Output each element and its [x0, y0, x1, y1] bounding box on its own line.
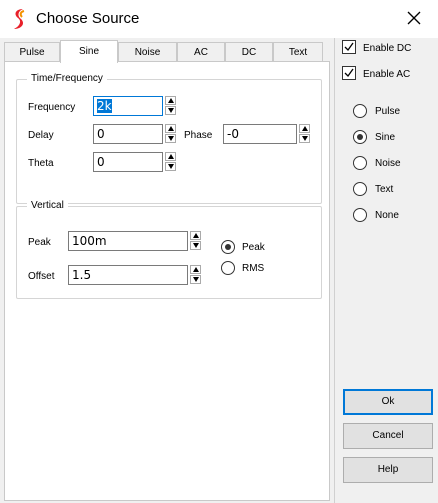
checkmark-icon	[344, 42, 354, 52]
offset-input[interactable]: 1.5	[68, 265, 188, 285]
delay-label: Delay	[28, 130, 54, 141]
delay-input[interactable]: 0	[93, 124, 163, 144]
enable-dc-checkbox[interactable]	[342, 40, 356, 54]
app-logo-icon	[14, 9, 25, 29]
vertical-title: Vertical	[27, 200, 68, 211]
peak-radio-label: Peak	[242, 242, 265, 253]
tab-sine[interactable]: Sine	[60, 40, 118, 63]
spin-up-icon[interactable]	[165, 124, 176, 133]
window-title: Choose Source	[36, 10, 140, 27]
vertical-group: Vertical Peak 100m Offset 1.5 Peak RMS	[16, 200, 322, 299]
tab-pulse[interactable]: Pulse	[4, 42, 60, 61]
offset-label: Offset	[28, 271, 55, 282]
source-radio-text-label: Text	[375, 184, 394, 195]
spin-down-icon[interactable]	[165, 106, 176, 115]
tab-noise[interactable]: Noise	[118, 42, 177, 61]
phase-spinner[interactable]	[299, 124, 310, 144]
spin-up-icon[interactable]	[299, 124, 310, 133]
phase-label: Phase	[184, 130, 213, 141]
source-radio-pulse[interactable]	[353, 104, 367, 118]
source-radio-text[interactable]	[353, 182, 367, 196]
source-radio-noise[interactable]	[353, 156, 367, 170]
frequency-value: 2k	[97, 99, 112, 113]
source-radio-none[interactable]	[353, 208, 367, 222]
spin-down-icon[interactable]	[165, 134, 176, 143]
spin-up-icon[interactable]	[165, 96, 176, 105]
frequency-spinner[interactable]	[165, 96, 176, 116]
tab-dc[interactable]: DC	[225, 42, 273, 61]
source-tabs: Pulse Sine Noise AC DC Text	[0, 40, 330, 63]
source-radio-none-label: None	[375, 210, 399, 221]
source-radio-pulse-label: Pulse	[375, 106, 401, 117]
close-icon[interactable]	[404, 8, 424, 28]
enable-ac-checkbox[interactable]	[342, 66, 356, 80]
peak-radio[interactable]	[221, 240, 235, 254]
peak-spinner[interactable]	[190, 231, 201, 251]
ok-button[interactable]: Ok	[343, 389, 433, 415]
theta-label: Theta	[28, 158, 54, 169]
source-radio-sine-label: Sine	[375, 132, 396, 143]
peak-label: Peak	[28, 237, 51, 248]
spin-up-icon[interactable]	[190, 231, 201, 240]
time-frequency-title: Time/Frequency	[27, 73, 107, 84]
delay-spinner[interactable]	[165, 124, 176, 144]
spin-up-icon[interactable]	[190, 265, 201, 274]
tab-ac[interactable]: AC	[177, 42, 225, 61]
rms-radio[interactable]	[221, 261, 235, 275]
sine-tab-panel: Time/Frequency Frequency 2k Delay 0 Phas…	[4, 61, 330, 501]
choose-source-dialog: Choose Source Pulse Sine Noise AC DC Tex…	[0, 0, 438, 503]
frequency-label: Frequency	[28, 102, 76, 113]
source-radio-sine[interactable]	[353, 130, 367, 144]
dialog-body: Pulse Sine Noise AC DC Text Time/Frequen…	[0, 38, 438, 503]
checkmark-icon	[344, 68, 354, 78]
spin-down-icon[interactable]	[165, 162, 176, 171]
theta-spinner[interactable]	[165, 152, 176, 172]
peak-input[interactable]: 100m	[68, 231, 188, 251]
tab-text[interactable]: Text	[273, 42, 323, 61]
spin-up-icon[interactable]	[165, 152, 176, 161]
source-radio-noise-label: Noise	[375, 158, 401, 169]
phase-input[interactable]: -0	[223, 124, 297, 144]
cancel-button[interactable]: Cancel	[343, 423, 433, 449]
enable-ac-label: Enable AC	[363, 69, 411, 80]
spin-down-icon[interactable]	[190, 275, 201, 284]
spin-down-icon[interactable]	[299, 134, 310, 143]
frequency-input[interactable]: 2k	[93, 96, 163, 116]
offset-spinner[interactable]	[190, 265, 201, 285]
enable-dc-label: Enable DC	[363, 43, 412, 54]
spin-down-icon[interactable]	[190, 241, 201, 250]
theta-input[interactable]: 0	[93, 152, 163, 172]
title-bar[interactable]: Choose Source	[0, 0, 438, 38]
rms-radio-label: RMS	[242, 263, 265, 274]
help-button[interactable]: Help	[343, 457, 433, 483]
time-frequency-group: Time/Frequency Frequency 2k Delay 0 Phas…	[16, 73, 322, 204]
